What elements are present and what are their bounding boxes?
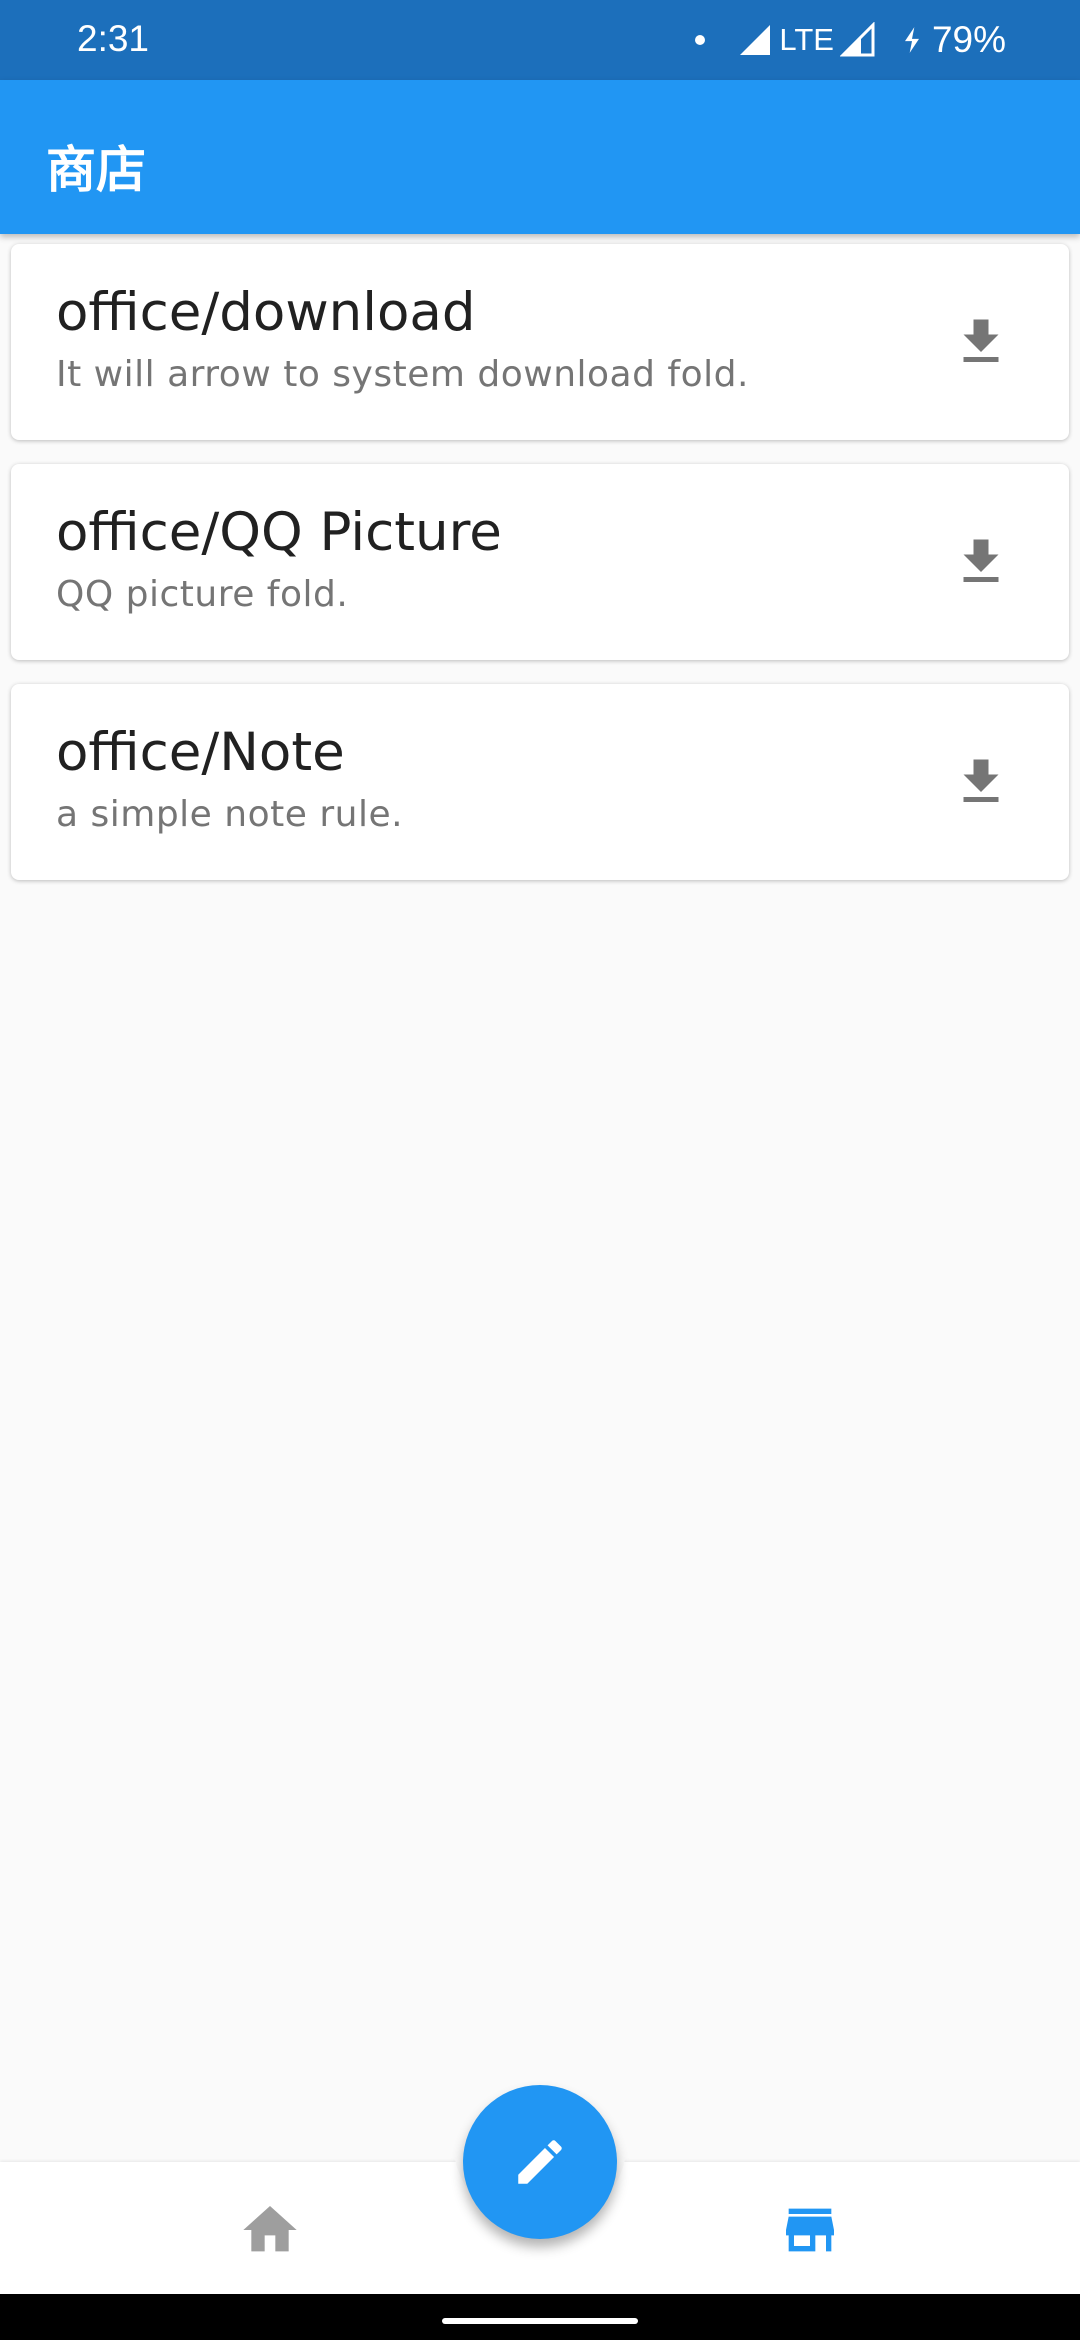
battery-charging-icon [904, 27, 919, 53]
status-icons: LTE 79% [695, 18, 1006, 62]
signal-icon [740, 25, 771, 55]
home-gesture-bar[interactable] [442, 2318, 638, 2324]
app-bar: 商店 [0, 80, 1080, 234]
list-item[interactable]: office/download It will arrow to system … [11, 244, 1069, 440]
download-icon[interactable] [951, 532, 1011, 592]
notification-dot-icon [695, 35, 706, 45]
network-type: LTE [779, 22, 834, 57]
item-subtitle: QQ picture fold. [56, 574, 349, 615]
download-icon[interactable] [951, 752, 1011, 812]
edit-fab-button[interactable] [463, 2085, 617, 2239]
status-bar: 2:31 LTE 79% [0, 0, 1080, 80]
rule-list: office/download It will arrow to system … [11, 244, 1069, 904]
item-subtitle: a simple note rule. [56, 794, 404, 835]
item-title: office/Note [56, 722, 345, 783]
page-title: 商店 [46, 141, 146, 199]
battery-level: 79% [931, 19, 1006, 60]
home-icon[interactable] [238, 2198, 302, 2262]
item-subtitle: It will arrow to system download fold. [56, 354, 749, 395]
download-icon[interactable] [951, 312, 1011, 372]
item-title: office/download [56, 282, 476, 343]
status-time: 2:31 [77, 18, 150, 59]
signal-icon-secondary [839, 22, 875, 57]
system-nav-bar [0, 2294, 1080, 2340]
list-item[interactable]: office/QQ Picture QQ picture fold. [11, 464, 1069, 660]
store-icon[interactable] [775, 2198, 845, 2262]
list-item[interactable]: office/Note a simple note rule. [11, 684, 1069, 880]
item-title: office/QQ Picture [56, 502, 502, 563]
edit-icon [518, 2140, 562, 2184]
